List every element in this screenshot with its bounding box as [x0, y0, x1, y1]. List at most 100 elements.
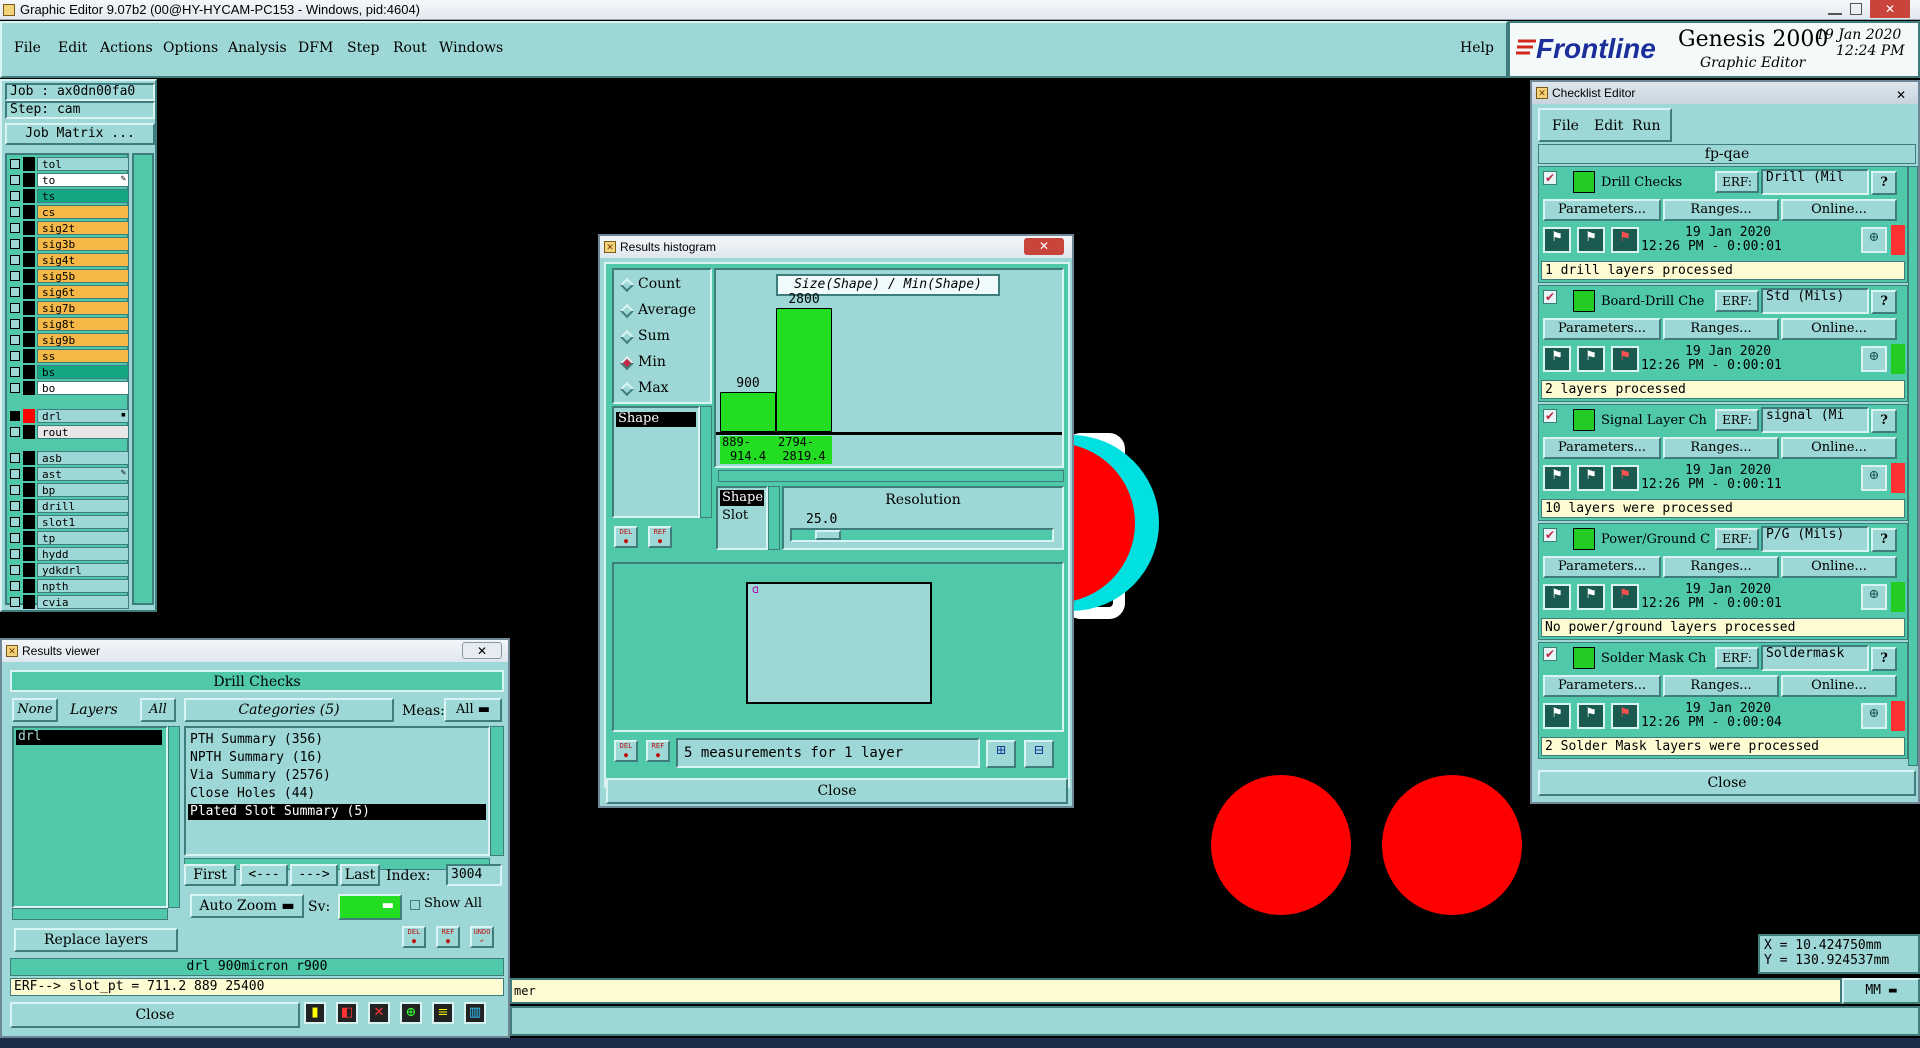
- layer-row-sig6t[interactable]: sig6t: [7, 285, 129, 299]
- erf-field[interactable]: signal (Mi: [1761, 407, 1869, 433]
- preview-ref-button[interactable]: REF ●: [646, 740, 670, 762]
- check-mark-icon[interactable]: ✔: [1543, 290, 1557, 304]
- histogram-bar[interactable]: [720, 392, 776, 432]
- layer-checkbox[interactable]: [10, 271, 20, 281]
- checklist-close-icon[interactable]: ✕: [1896, 84, 1906, 106]
- layer-checkbox[interactable]: [10, 367, 20, 377]
- layer-checkbox[interactable]: [10, 159, 20, 169]
- menu-options[interactable]: Options: [163, 40, 218, 56]
- layer-color-swatch[interactable]: [23, 157, 35, 171]
- layer-checkbox[interactable]: [10, 303, 20, 313]
- layer-color-swatch[interactable]: [23, 269, 35, 283]
- layer-row-ts[interactable]: ts: [7, 189, 129, 203]
- run-selected-icon[interactable]: ⚑: [1577, 584, 1605, 610]
- checklist-menu-file[interactable]: File: [1552, 118, 1579, 134]
- ranges-button[interactable]: Ranges...: [1663, 675, 1779, 697]
- minimize-icon[interactable]: [1828, 3, 1842, 15]
- meas-select[interactable]: All ▬: [444, 698, 502, 722]
- category-item[interactable]: Plated Slot Summary (5): [188, 804, 486, 820]
- layer-color-swatch[interactable]: [23, 317, 35, 331]
- erf-field[interactable]: Std (Mils): [1761, 288, 1869, 314]
- layer-checkbox[interactable]: [10, 453, 20, 463]
- layer-checkbox[interactable]: [10, 255, 20, 265]
- layer-checkbox[interactable]: [10, 485, 20, 495]
- mode-radio-sum[interactable]: [619, 329, 635, 345]
- online-button[interactable]: Online...: [1781, 437, 1897, 459]
- parameters-button[interactable]: Parameters...: [1543, 437, 1661, 459]
- erf-field[interactable]: Soldermask: [1761, 645, 1869, 671]
- run-selected-icon[interactable]: ⚑: [1577, 703, 1605, 729]
- run-icon[interactable]: ⚑: [1543, 346, 1571, 372]
- online-button[interactable]: Online...: [1781, 199, 1897, 221]
- ref-button[interactable]: REF ●: [436, 926, 460, 948]
- layer-color-swatch[interactable]: [23, 499, 35, 513]
- zoom-fit-icon[interactable]: ⊞: [986, 740, 1016, 768]
- histogram-close-icon[interactable]: ✕: [1024, 238, 1064, 255]
- parameters-button[interactable]: Parameters...: [1543, 318, 1661, 340]
- layer-color-swatch[interactable]: [23, 563, 35, 577]
- layer-color-swatch[interactable]: [23, 381, 35, 395]
- run-icon[interactable]: ⚑: [1543, 584, 1571, 610]
- layer-checkbox[interactable]: [10, 239, 20, 249]
- categories-list[interactable]: PTH Summary (356) NPTH Summary (16) Via Su…: [184, 726, 490, 856]
- layer-color-swatch[interactable]: [23, 173, 35, 187]
- layer-color-swatch[interactable]: [23, 425, 35, 439]
- del-button[interactable]: DEL ●: [402, 926, 426, 948]
- sv-select[interactable]: ▬: [338, 894, 402, 920]
- check-mark-icon[interactable]: ✔: [1543, 409, 1557, 423]
- run-icon[interactable]: ⚑: [1543, 703, 1571, 729]
- show-all-checkbox[interactable]: [410, 900, 420, 910]
- check-mark-icon[interactable]: ✔: [1543, 647, 1557, 661]
- run-icon[interactable]: ⚑: [1543, 227, 1571, 253]
- erf-button[interactable]: ERF:: [1715, 647, 1759, 669]
- zoom-results-icon[interactable]: ⊕: [1861, 227, 1887, 253]
- layer-row-bp[interactable]: bp: [7, 483, 129, 497]
- layer-checkbox[interactable]: [10, 565, 20, 575]
- layer-row-tol[interactable]: tol: [7, 157, 129, 171]
- last-button[interactable]: Last: [340, 864, 380, 886]
- parameters-button[interactable]: Parameters...: [1543, 199, 1661, 221]
- axis-list[interactable]: Shape Slot: [716, 486, 768, 550]
- layer-row-sig7b[interactable]: sig7b: [7, 301, 129, 315]
- axis-item[interactable]: Shape: [720, 490, 764, 506]
- ranges-button[interactable]: Ranges...: [1663, 318, 1779, 340]
- category-item[interactable]: PTH Summary (356): [188, 732, 486, 748]
- layer-checkbox[interactable]: [10, 501, 20, 511]
- report-icon[interactable]: ≡: [432, 1002, 454, 1024]
- layer-color-swatch[interactable]: [23, 189, 35, 203]
- layer-color-swatch[interactable]: [23, 221, 35, 235]
- layer-color-swatch[interactable]: [23, 595, 35, 609]
- highlight-icon[interactable]: ▮: [304, 1002, 326, 1024]
- menu-edit[interactable]: Edit: [58, 40, 87, 56]
- layer-panel-scrollbar[interactable]: [132, 153, 154, 605]
- layer-checkbox[interactable]: [10, 191, 20, 201]
- checklist-menu-run[interactable]: Run: [1632, 118, 1661, 134]
- layer-row-cvia[interactable]: cvia: [7, 595, 129, 609]
- clear-icon[interactable]: ✕: [368, 1002, 390, 1024]
- layer-row-sig9b[interactable]: sig9b: [7, 333, 129, 347]
- all-layers-button[interactable]: All: [140, 698, 176, 722]
- menu-rout[interactable]: Rout: [393, 40, 427, 56]
- index-input[interactable]: 3004: [446, 864, 502, 886]
- parameters-button[interactable]: Parameters...: [1543, 675, 1661, 697]
- stop-icon[interactable]: ⚑: [1611, 227, 1639, 253]
- field-list[interactable]: Shape: [612, 406, 700, 518]
- online-button[interactable]: Online...: [1781, 318, 1897, 340]
- histogram-close-button[interactable]: Close: [606, 778, 1068, 804]
- mode-radio-average[interactable]: [619, 303, 635, 319]
- ranges-button[interactable]: Ranges...: [1663, 199, 1779, 221]
- mode-radio-count[interactable]: [619, 277, 635, 293]
- field-list-item[interactable]: Shape: [616, 412, 696, 427]
- auto-zoom-select[interactable]: Auto Zoom ▬: [190, 894, 304, 918]
- ranges-button[interactable]: Ranges...: [1663, 556, 1779, 578]
- axis-item[interactable]: Slot: [720, 508, 764, 524]
- erf-field[interactable]: Drill (Mil: [1761, 169, 1869, 195]
- layer-row-to[interactable]: to ✎: [7, 173, 129, 187]
- layer-color-swatch[interactable]: [23, 301, 35, 315]
- layer-row-npth[interactable]: npth: [7, 579, 129, 593]
- layer-row-asb[interactable]: asb: [7, 451, 129, 465]
- layer-color-swatch[interactable]: [23, 253, 35, 267]
- layer-color-swatch[interactable]: [23, 531, 35, 545]
- run-selected-icon[interactable]: ⚑: [1577, 346, 1605, 372]
- mode-radio-max[interactable]: [619, 381, 635, 397]
